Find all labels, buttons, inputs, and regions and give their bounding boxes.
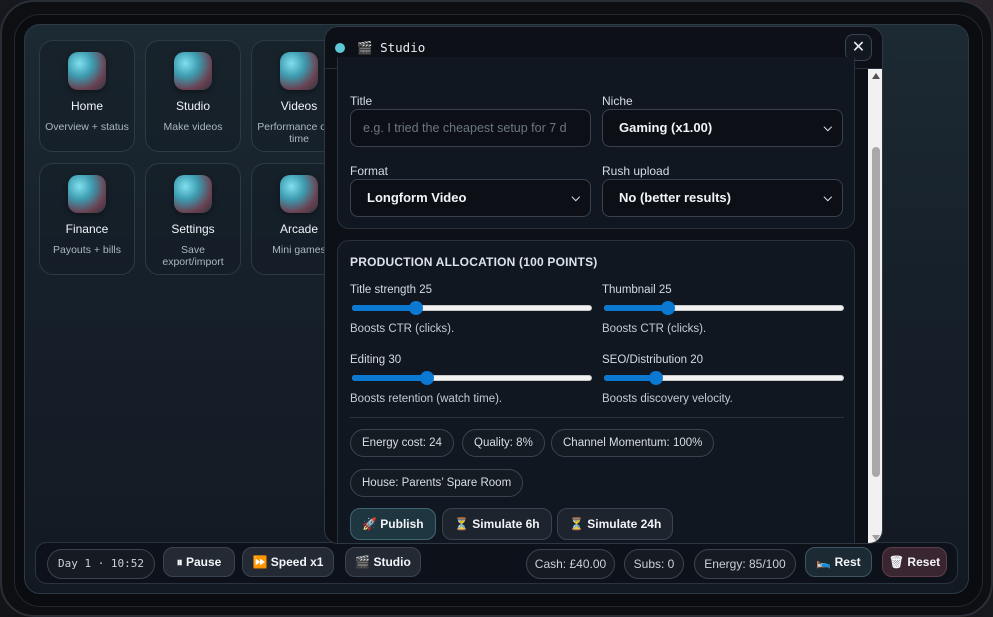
allocation-heading: PRODUCTION ALLOCATION (100 POINTS) [350,255,598,269]
tile-studio[interactable]: Studio Make videos [145,40,241,152]
title-strength-slider[interactable] [352,301,592,315]
seo-distribution-slider[interactable] [604,371,844,385]
slider-thumb[interactable] [660,301,675,315]
tile-settings[interactable]: Settings Save export/import [145,163,241,275]
slider-fill [352,375,427,381]
modal-title: 🎬 Studio [357,40,426,55]
finance-icon [68,175,106,213]
simulate-24h-button[interactable]: ⏳ Simulate 24h [557,508,674,540]
slider-hint: Boosts discovery velocity. [602,393,733,405]
pause-button[interactable]: ⏸ Pause [163,547,235,577]
studio-modal: 🎬 Studio ✕ Title e.g. I tried the cheape… [324,26,883,544]
house-badge: House: Parents’ Spare Room [350,469,524,497]
tile-label: Finance [65,222,109,236]
tile-description: Make videos [163,121,223,133]
rush-label: Rush upload [602,164,670,178]
arcade-icon [280,175,318,213]
scrollbar-thumb[interactable] [872,147,880,477]
reset-button[interactable]: 🗑 Reset [882,547,947,577]
tile-label: Home [70,99,103,113]
publish-button[interactable]: 🚀 Publish [350,508,436,540]
clock-display: Day 1 · 10:52 [47,549,155,579]
momentum-badge: Channel Momentum: 100% [551,429,715,457]
slider-hint: Boosts retention (watch time). [350,393,503,405]
format-label: Format [350,164,389,178]
simulate-6h-button[interactable]: ⏳ Simulate 6h [442,508,552,540]
tile-description: Payouts + bills [53,244,121,256]
speed-button[interactable]: ⏩ Speed x1 [242,547,334,577]
energy-cost-badge: Energy cost: 24 [350,429,454,457]
subs-badge: Subs: 0 [624,549,684,579]
slider-fill [352,305,416,311]
energy-badge: Energy: 85/100 [694,549,796,579]
niche-select[interactable]: Gaming (x1.00) ⌵ [602,109,843,147]
slider-label: SEO/Distribution 20 [602,354,703,366]
slider-label: Title strength 25 [350,284,433,296]
slider-hint: Boosts CTR (clicks). [602,323,707,335]
format-select[interactable]: Longform Video ⌵ [350,179,591,217]
allocation-card: PRODUCTION ALLOCATION (100 POINTS) Title… [337,240,855,543]
scroll-up-icon[interactable] [872,73,880,79]
title-label: Title [350,94,373,108]
status-dot [335,43,345,53]
editing-slider[interactable] [352,371,592,385]
thumbnail-slider[interactable] [604,301,844,315]
scrollbar[interactable] [868,69,882,543]
slider-thumb[interactable] [649,371,664,385]
rush-select[interactable]: No (better results) ⌵ [602,179,843,217]
scroll-down-icon[interactable] [872,535,880,541]
slider-thumb[interactable] [419,371,434,385]
slider-fill [604,305,668,311]
slider-hint: Boosts CTR (clicks). [350,323,455,335]
slider-thumb[interactable] [408,301,423,315]
slider-label: Editing 30 [350,354,402,366]
chevron-down-icon: ⌵ [823,192,832,204]
studio-icon [174,52,212,90]
chevron-down-icon: ⌵ [823,122,832,134]
tile-description: Overview + status [45,121,129,133]
rest-button[interactable]: 🛌 Rest [805,547,872,577]
tile-label: Settings [171,222,215,236]
divider [350,417,844,418]
studio-button[interactable]: 🎬 Studio [345,547,421,577]
home-icon [68,52,106,90]
settings-icon [174,175,212,213]
niche-value: Gaming (x1.00) [619,120,713,135]
quality-badge: Quality: 8% [462,429,545,457]
cash-badge: Cash: £40.00 [526,549,615,579]
tile-label: Studio [175,99,211,113]
title-input[interactable]: e.g. I tried the cheapest setup for 7 d [350,109,591,147]
tile-description: Save export/import [162,244,224,268]
format-value: Longform Video [367,190,467,205]
video-form-card: Title e.g. I tried the cheapest setup fo… [337,57,855,229]
tile-finance[interactable]: Finance Payouts + bills [39,163,135,275]
niche-label: Niche [602,94,633,108]
tile-home[interactable]: Home Overview + status [39,40,135,152]
videos-icon [280,52,318,90]
rush-value: No (better results) [619,190,731,205]
chevron-down-icon: ⌵ [571,192,580,204]
slider-label: Thumbnail 25 [602,284,672,296]
